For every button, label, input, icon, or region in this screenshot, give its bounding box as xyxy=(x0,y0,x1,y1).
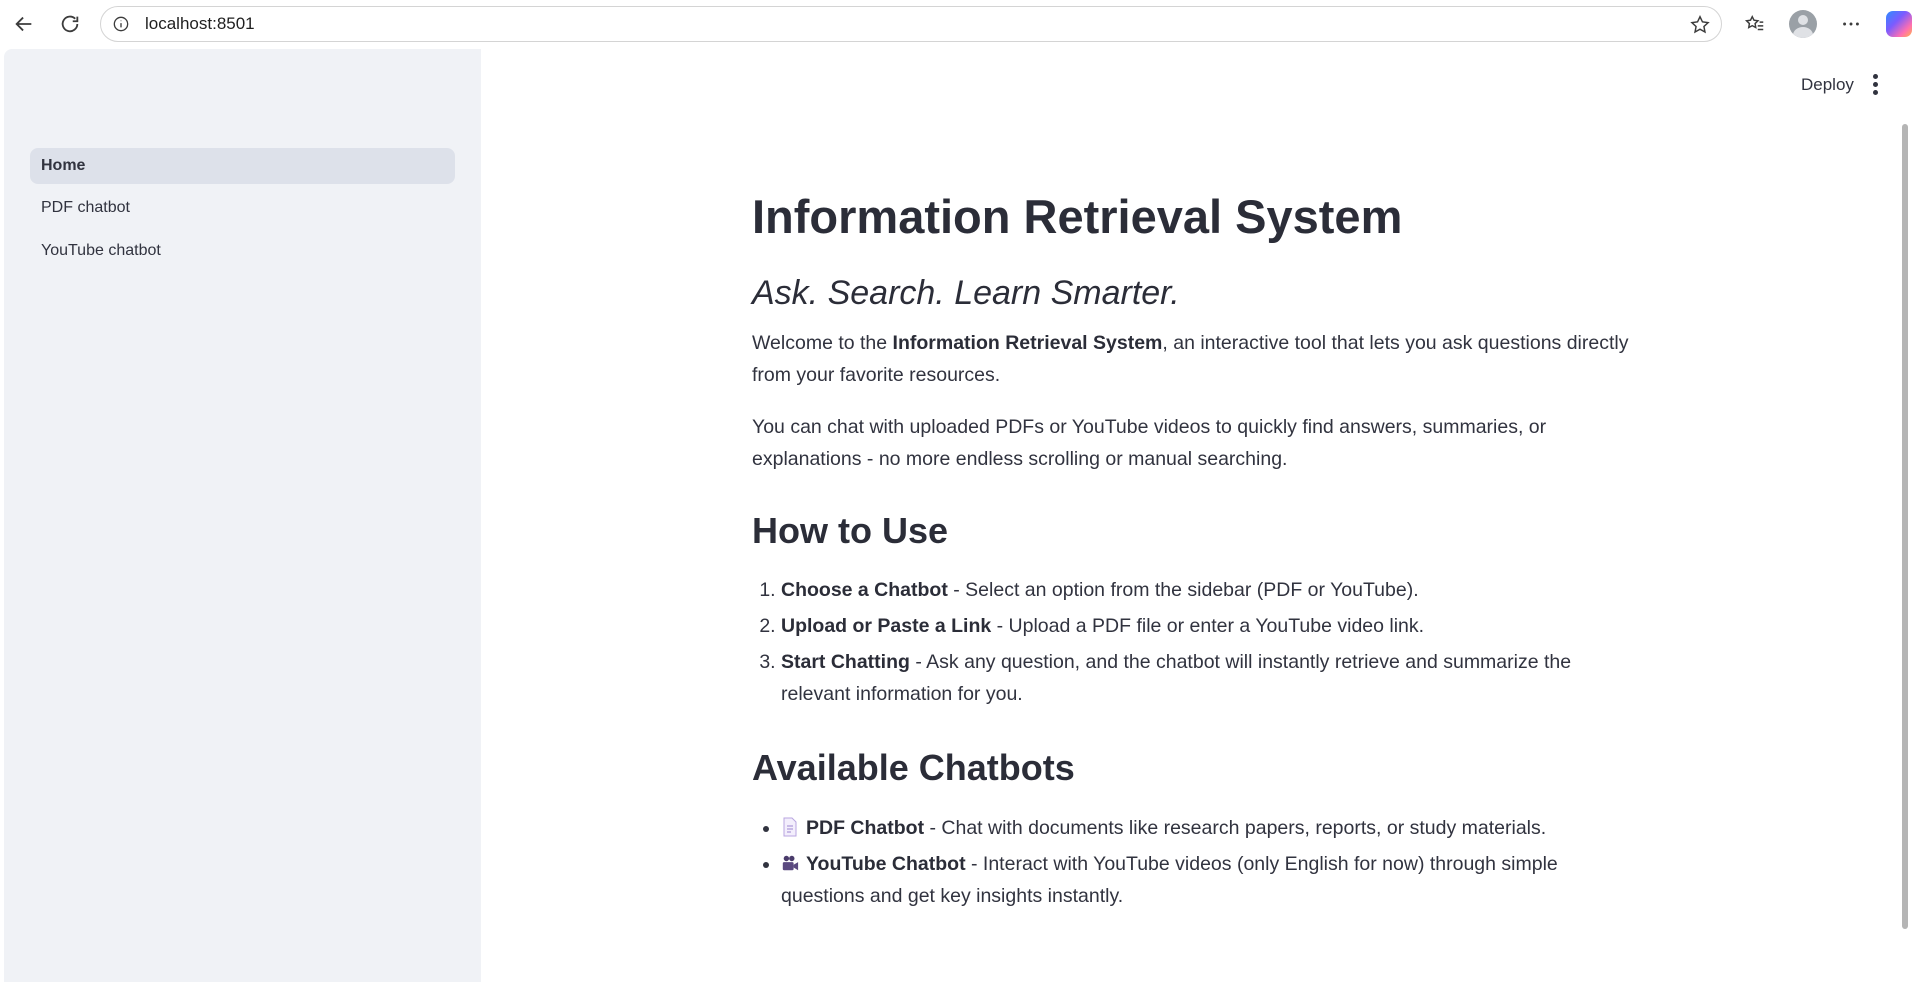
more-menu-button[interactable] xyxy=(1831,4,1871,44)
sidebar-item-label: Home xyxy=(41,157,86,174)
sidebar-item-home[interactable]: Home xyxy=(30,148,455,184)
arrow-left-icon xyxy=(15,16,32,32)
app-container: Home PDF chatbot YouTube chatbot Deploy … xyxy=(4,49,1916,982)
scrollbar[interactable] xyxy=(1902,124,1908,929)
reload-icon xyxy=(61,15,79,33)
list-item: Upload or Paste a Link - Upload a PDF fi… xyxy=(781,610,1632,642)
back-button[interactable] xyxy=(4,4,44,44)
info-icon[interactable] xyxy=(111,14,131,34)
url-text[interactable]: localhost:8501 xyxy=(145,14,255,34)
how-to-use-list: Choose a Chatbot - Select an option from… xyxy=(752,574,1632,710)
copilot-icon xyxy=(1886,11,1912,37)
address-bar[interactable]: localhost:8501 xyxy=(100,6,1722,42)
page-content: Information Retrieval System Ask. Search… xyxy=(752,189,1632,916)
sidebar: Home PDF chatbot YouTube chatbot xyxy=(4,49,481,982)
intro-paragraph: Welcome to the Information Retrieval Sys… xyxy=(752,332,1629,387)
document-icon xyxy=(783,817,797,837)
ellipsis-icon xyxy=(1843,22,1859,26)
star-icon[interactable] xyxy=(1689,14,1711,36)
available-chatbots-heading: Available Chatbots xyxy=(752,747,1075,789)
main-menu-button[interactable] xyxy=(1863,71,1887,99)
sidebar-item-label: YouTube chatbot xyxy=(41,242,161,259)
favorites-button[interactable] xyxy=(1735,4,1775,44)
list-item: YouTube Chatbot - Interact with YouTube … xyxy=(781,848,1632,912)
list-item: Start Chatting - Ask any question, and t… xyxy=(781,646,1632,710)
favorites-list-icon xyxy=(1744,14,1764,31)
avatar-icon xyxy=(1789,10,1817,38)
list-item: PDF Chatbot - Chat with documents like r… xyxy=(781,812,1632,844)
main-content: Deploy Information Retrieval System Ask.… xyxy=(481,49,1916,982)
intro-paragraph-2: You can chat with uploaded PDFs or YouTu… xyxy=(752,416,1547,471)
browser-toolbar: localhost:8501 xyxy=(0,0,1916,49)
available-chatbots-list: PDF Chatbot - Chat with documents like r… xyxy=(752,812,1632,912)
profile-button[interactable] xyxy=(1783,4,1823,44)
sidebar-item-youtube-chatbot[interactable]: YouTube chatbot xyxy=(30,233,455,269)
how-to-use-heading: How to Use xyxy=(752,510,949,552)
page-title: Information Retrieval System xyxy=(752,190,1403,243)
sidebar-item-label: PDF chatbot xyxy=(41,199,130,216)
copilot-button[interactable] xyxy=(1879,4,1916,44)
reload-button[interactable] xyxy=(50,4,90,44)
deploy-button[interactable]: Deploy xyxy=(1791,67,1864,103)
video-camera-icon xyxy=(782,855,799,870)
list-item: Choose a Chatbot - Select an option from… xyxy=(781,574,1632,606)
page-tagline: Ask. Search. Learn Smarter. xyxy=(752,274,1180,313)
sidebar-item-pdf-chatbot[interactable]: PDF chatbot xyxy=(30,190,455,226)
